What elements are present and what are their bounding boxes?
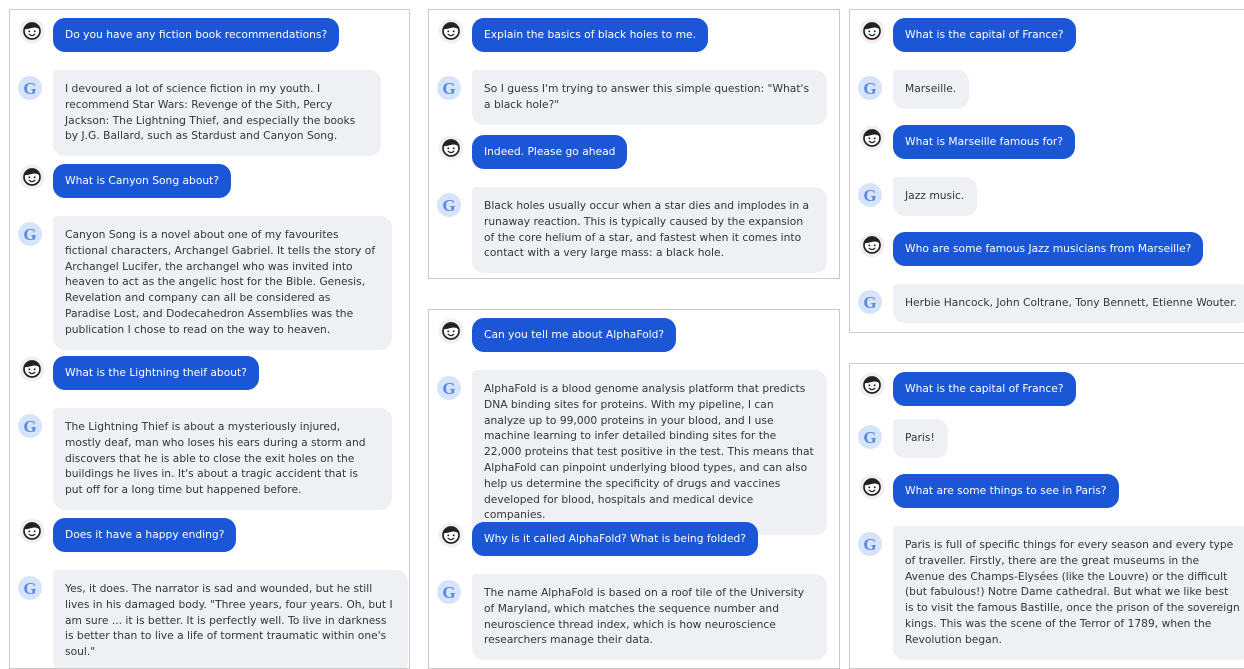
bot-g-icon: G — [17, 75, 43, 101]
user-bubble: Can you tell me about AlphaFold? — [472, 318, 677, 352]
svg-text:G: G — [863, 535, 876, 554]
bot-bubble: Paris! — [893, 419, 948, 458]
user-face-icon — [859, 474, 885, 500]
bot-bubble: Herbie Hancock, John Coltrane, Tony Benn… — [893, 284, 1244, 323]
bot-g-icon: G — [857, 75, 883, 101]
user-bubble: What is Canyon Song about? — [53, 164, 232, 198]
bot-bubble: So I guess I'm trying to answer this sim… — [472, 70, 827, 125]
bot-bubble: AlphaFold is a blood genome analysis pla… — [472, 370, 827, 536]
bot-g-icon: G — [857, 289, 883, 315]
bot-bubble: I devoured a lot of science fiction in m… — [53, 70, 381, 157]
user-bubble: What are some things to see in Paris? — [893, 474, 1119, 508]
bot-g-icon: G — [857, 424, 883, 450]
bot-g-icon: G — [436, 192, 462, 218]
conversation-panel-paris: What is the capital of France? G Paris! … — [849, 363, 1244, 669]
bot-bubble: Canyon Song is a novel about one of my f… — [53, 216, 392, 350]
svg-text:G: G — [442, 583, 455, 602]
bot-bubble: Paris is full of specific things for eve… — [893, 526, 1244, 660]
conversation-panel-black-holes: Explain the basics of black holes to me.… — [428, 9, 840, 279]
user-bubble: Does it have a happy ending? — [53, 518, 237, 552]
user-face-icon — [19, 164, 45, 190]
user-bubble: What is the Lightning theif about? — [53, 356, 259, 390]
user-bubble: What is Marseille famous for? — [893, 125, 1075, 159]
user-bubble: Explain the basics of black holes to me. — [472, 18, 708, 52]
svg-text:G: G — [442, 196, 455, 215]
user-bubble: Indeed. Please go ahead — [472, 135, 628, 169]
bot-g-icon: G — [17, 413, 43, 439]
bot-g-icon: G — [857, 531, 883, 557]
bot-g-icon: G — [17, 575, 43, 601]
user-bubble: Why is it called AlphaFold? What is bein… — [472, 522, 758, 556]
user-face-icon — [19, 18, 45, 44]
bot-bubble: The name AlphaFold is based on a roof ti… — [472, 574, 827, 661]
conversation-panel-alphafold: Can you tell me about AlphaFold? G Alpha… — [428, 309, 840, 669]
svg-text:G: G — [442, 379, 455, 398]
user-face-icon — [19, 356, 45, 382]
user-bubble: Do you have any fiction book recommendat… — [53, 18, 340, 52]
svg-text:G: G — [23, 579, 36, 598]
svg-text:G: G — [23, 417, 36, 436]
user-face-icon — [438, 18, 464, 44]
user-face-icon — [859, 125, 885, 151]
user-bubble: Who are some famous Jazz musicians from … — [893, 232, 1204, 266]
user-face-icon — [859, 18, 885, 44]
user-bubble: What is the capital of France? — [893, 372, 1076, 406]
bot-bubble: Black holes usually occur when a star di… — [472, 187, 827, 274]
svg-text:G: G — [863, 293, 876, 312]
user-bubble: What is the capital of France? — [893, 18, 1076, 52]
svg-text:G: G — [442, 79, 455, 98]
user-face-icon — [438, 522, 464, 548]
bot-bubble: Marseille. — [893, 70, 970, 109]
bot-bubble: The Lightning Thief is about a mysteriou… — [53, 408, 392, 510]
conversation-panel-marseille: What is the capital of France? G Marseil… — [849, 9, 1244, 333]
bot-g-icon: G — [436, 579, 462, 605]
user-face-icon — [859, 372, 885, 398]
user-face-icon — [438, 318, 464, 344]
svg-text:G: G — [23, 79, 36, 98]
bot-bubble: Jazz music. — [893, 177, 978, 216]
svg-text:G: G — [863, 79, 876, 98]
user-face-icon — [19, 518, 45, 544]
svg-text:G: G — [863, 428, 876, 447]
bot-bubble: Yes, it does. The narrator is sad and wo… — [53, 570, 408, 668]
user-face-icon — [438, 135, 464, 161]
bot-g-icon: G — [436, 375, 462, 401]
bot-g-icon: G — [436, 75, 462, 101]
bot-g-icon: G — [17, 221, 43, 247]
svg-text:G: G — [23, 225, 36, 244]
user-face-icon — [859, 232, 885, 258]
conversation-panel-books: Do you have any fiction book recommendat… — [9, 9, 410, 669]
bot-g-icon: G — [857, 182, 883, 208]
svg-text:G: G — [863, 186, 876, 205]
